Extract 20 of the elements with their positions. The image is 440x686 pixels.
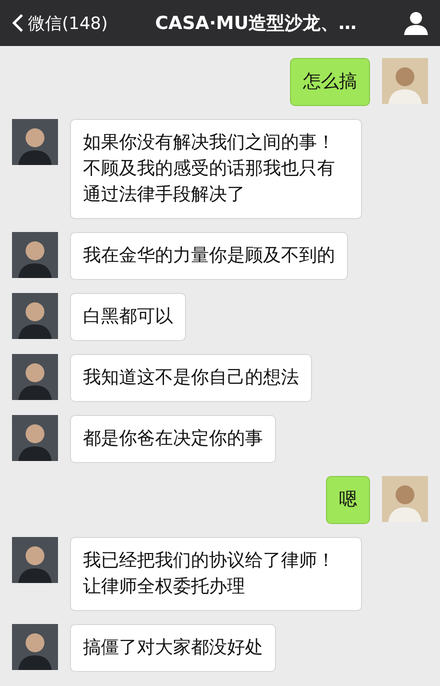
message-bubble: 如果你没有解决我们之间的事！不顾及我的感受的话那我也只有通过法律手段解决了 (70, 119, 362, 219)
message-bubble: 我已经把我们的协议给了律师！让律师全权委托办理 (70, 537, 362, 611)
message-bubble: 嗯 (326, 476, 370, 524)
message-bubble: 搞僵了对大家都没好处 (70, 624, 276, 672)
avatar[interactable] (12, 415, 58, 461)
message-bubble: 我在金华的力量你是顾及不到的 (70, 232, 348, 280)
avatar[interactable] (12, 119, 58, 165)
avatar[interactable] (12, 232, 58, 278)
chat-title: CASA·MU造型沙龙、… (154, 12, 358, 35)
message-bubble: 怎么搞 (290, 58, 370, 106)
back-button[interactable]: 微信(148) (12, 12, 108, 34)
profile-icon[interactable] (404, 11, 428, 35)
message-bubble: 都是你爸在决定你的事 (70, 415, 276, 463)
avatar[interactable] (12, 354, 58, 400)
avatar[interactable] (12, 537, 58, 583)
back-icon (12, 13, 24, 33)
avatar[interactable] (12, 293, 58, 339)
avatar[interactable] (12, 624, 58, 670)
message-bubble: 白黑都可以 (70, 293, 186, 341)
message-bubble: 我知道这不是你自己的想法 (70, 354, 312, 402)
